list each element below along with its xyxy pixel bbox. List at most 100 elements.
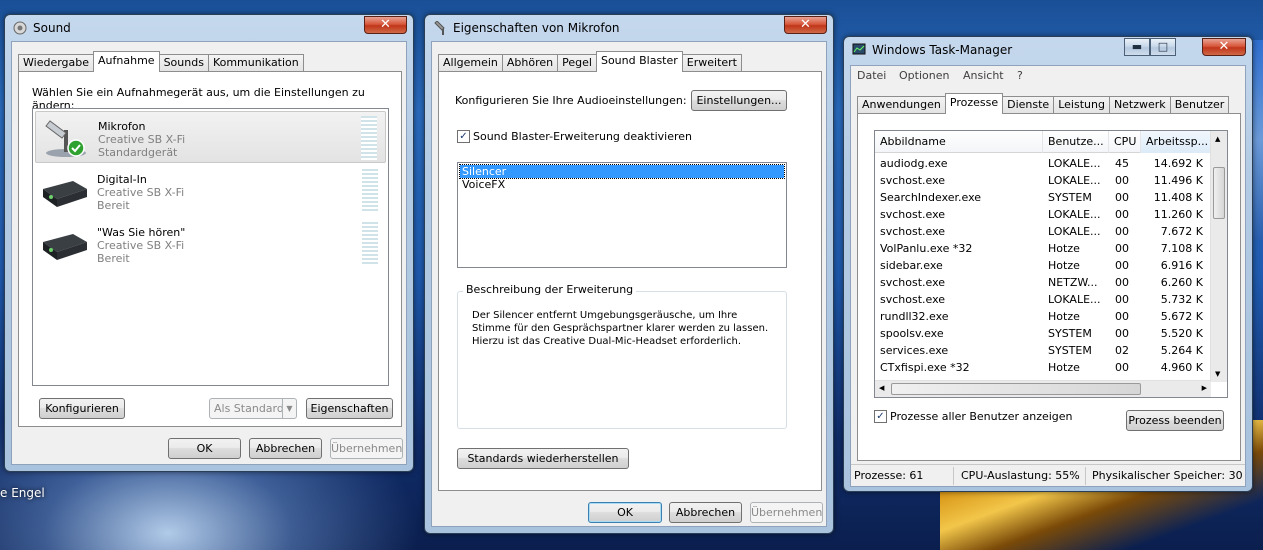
tab-benutzer[interactable]: Benutzer xyxy=(1169,96,1230,114)
table-row[interactable]: audiodg.exe LOKALE... 45 14.692 K xyxy=(875,155,1209,172)
list-item[interactable]: Silencer xyxy=(459,164,785,179)
taskmgr-tabs: Anwendungen Prozesse Dienste Leistung Ne… xyxy=(857,92,1230,114)
tab-dienste[interactable]: Dienste xyxy=(1002,96,1055,114)
menu-ansicht[interactable]: Ansicht xyxy=(963,69,1004,82)
taskmgr-client: Datei Optionen Ansicht ? Anwendungen Pro… xyxy=(850,65,1246,487)
cell-image-name: SearchIndexer.exe xyxy=(880,191,982,204)
status-bar: Prozesse: 61 CPU-Auslastung: 55% Physika… xyxy=(851,464,1245,486)
table-row[interactable]: SearchIndexer.exe SYSTEM 00 11.408 K xyxy=(875,189,1209,206)
restore-defaults-button[interactable]: Standards wiederherstellen xyxy=(457,448,629,469)
all-users-label[interactable]: Prozesse aller Benutzer anzeigen xyxy=(890,410,1073,423)
cell-memory: 5.732 K xyxy=(1160,293,1203,306)
table-row[interactable]: svchost.exe LOKALE... 00 7.672 K xyxy=(875,223,1209,240)
description-label: Beschreibung der Erweiterung xyxy=(463,283,637,296)
scrollbar-thumb[interactable] xyxy=(891,383,1141,395)
mic-titlebar[interactable]: Eigenschaften von Mikrofon ✕ xyxy=(425,15,833,41)
device-driver: Creative SB X-Fi xyxy=(98,133,186,146)
table-row[interactable]: rundll32.exe Hotze 00 5.672 K xyxy=(875,308,1209,325)
tab-pegel[interactable]: Pegel xyxy=(557,54,597,72)
end-process-button[interactable]: Prozess beenden xyxy=(1126,410,1224,431)
scroll-left-arrow-icon[interactable]: ◀ xyxy=(879,384,884,392)
tab-aufnahme[interactable]: Aufnahme xyxy=(93,51,160,72)
cell-cpu: 00 xyxy=(1115,242,1129,255)
status-cpu-usage: CPU-Auslastung: 55% xyxy=(961,469,1080,482)
table-row[interactable]: CTxfispi.exe *32 Hotze 00 4.960 K xyxy=(875,359,1209,376)
cancel-button[interactable]: Abbrechen xyxy=(669,502,742,523)
table-row[interactable]: svchost.exe LOKALE... 00 11.260 K xyxy=(875,206,1209,223)
table-row[interactable]: svchost.exe LOKALE... 00 5.732 K xyxy=(875,291,1209,308)
column-header-image-name[interactable]: Abbildname xyxy=(875,131,1043,153)
table-row[interactable]: VolPanlu.exe *32 Hotze 00 7.108 K xyxy=(875,240,1209,257)
table-row[interactable]: svchost.exe LOKALE... 00 11.496 K xyxy=(875,172,1209,189)
cell-cpu: 02 xyxy=(1115,344,1129,357)
sound-tabs: Wiedergabe Aufnahme Sounds Kommunikation xyxy=(18,50,304,72)
configure-button[interactable]: Konfigurieren xyxy=(39,398,125,419)
taskmgr-titlebar[interactable]: Windows Task-Manager ▬ □ ✕ xyxy=(844,37,1252,63)
close-button[interactable]: ✕ xyxy=(1202,38,1246,56)
extension-list[interactable]: Silencer VoiceFX xyxy=(457,162,787,268)
ok-button[interactable]: OK xyxy=(168,438,241,459)
column-header-user[interactable]: Benutze... xyxy=(1043,131,1109,153)
scroll-right-arrow-icon[interactable]: ▶ xyxy=(1202,384,1207,392)
cell-image-name: svchost.exe xyxy=(880,276,946,289)
table-row[interactable]: spoolsv.exe SYSTEM 00 5.520 K xyxy=(875,325,1209,342)
tab-wiedergabe[interactable]: Wiedergabe xyxy=(18,54,95,72)
tab-prozesse[interactable]: Prozesse xyxy=(944,93,1004,114)
tab-anwendungen[interactable]: Anwendungen xyxy=(857,96,946,114)
cell-memory: 6.916 K xyxy=(1160,259,1203,272)
all-users-checkbox[interactable]: ✓ xyxy=(874,410,887,423)
tab-allgemein[interactable]: Allgemein xyxy=(438,54,503,72)
table-row[interactable]: svchost.exe NETZW... 00 6.260 K xyxy=(875,274,1209,291)
vertical-scrollbar[interactable]: ▲ ▼ xyxy=(1210,131,1227,382)
tab-kommunikation[interactable]: Kommunikation xyxy=(207,54,304,72)
scroll-down-arrow-icon[interactable]: ▼ xyxy=(1215,370,1220,378)
settings-button[interactable]: Einstellungen... xyxy=(691,90,787,111)
table-row[interactable]: sidebar.exe Hotze 00 6.916 K xyxy=(875,257,1209,274)
menu-datei[interactable]: Datei xyxy=(857,69,886,82)
disable-extension-label[interactable]: Sound Blaster-Erweiterung deaktivieren xyxy=(473,130,692,143)
desktop-icon-label[interactable]: e Engel xyxy=(0,486,45,500)
column-header-cpu[interactable]: CPU xyxy=(1109,131,1141,153)
sound-window: Sound ✕ Wiedergabe Aufnahme Sounds Kommu… xyxy=(4,14,414,472)
cell-image-name: svchost.exe xyxy=(880,174,946,187)
cell-image-name: svchost.exe xyxy=(880,208,946,221)
cell-user: SYSTEM xyxy=(1048,191,1092,204)
maximize-button[interactable]: □ xyxy=(1150,38,1176,56)
menu-help[interactable]: ? xyxy=(1017,69,1023,82)
device-row-digital-in[interactable]: Digital-In Creative SB X-Fi Bereit xyxy=(35,165,386,217)
tab-abhoeren[interactable]: Abhören xyxy=(501,54,559,72)
close-button[interactable]: ✕ xyxy=(784,16,827,34)
apply-button[interactable]: Übernehmen xyxy=(750,502,823,523)
minimize-button[interactable]: ▬ xyxy=(1124,38,1150,56)
description-text: Der Silencer entfernt Umgebungsgeräusche… xyxy=(472,310,769,347)
recording-device-list[interactable]: Mikrofon Creative SB X-Fi Standardgerät … xyxy=(32,108,389,386)
device-row-was-sie-hoeren[interactable]: "Was Sie hören" Creative SB X-Fi Bereit xyxy=(35,218,386,270)
scroll-up-arrow-icon[interactable]: ▲ xyxy=(1215,135,1220,143)
device-row-mikrofon[interactable]: Mikrofon Creative SB X-Fi Standardgerät xyxy=(35,111,386,163)
close-button[interactable]: ✕ xyxy=(364,16,407,34)
horizontal-scrollbar[interactable]: ◀ ▶ xyxy=(875,380,1211,397)
set-default-button[interactable]: Als Standard ▼ xyxy=(209,398,297,419)
cell-user: LOKALE... xyxy=(1048,293,1101,306)
process-table[interactable]: Abbildname Benutze... CPU Arbeitssp... a… xyxy=(874,130,1228,398)
column-header-memory[interactable]: Arbeitssp... xyxy=(1141,131,1211,153)
tab-netzwerk[interactable]: Netzwerk xyxy=(1108,96,1171,114)
tab-sound-blaster[interactable]: Sound Blaster xyxy=(595,51,683,72)
disable-extension-checkbox[interactable]: ✓ xyxy=(457,130,470,143)
tab-sounds[interactable]: Sounds xyxy=(158,54,209,72)
cell-memory: 7.672 K xyxy=(1160,225,1203,238)
cell-memory: 11.496 K xyxy=(1153,174,1203,187)
tab-erweitert[interactable]: Erweitert xyxy=(681,54,742,72)
ok-button[interactable]: OK xyxy=(588,502,662,523)
sound-titlebar[interactable]: Sound ✕ xyxy=(5,15,413,41)
cell-user: Hotze xyxy=(1048,242,1080,255)
tab-leistung[interactable]: Leistung xyxy=(1053,96,1110,114)
scrollbar-thumb[interactable] xyxy=(1213,167,1225,219)
list-item[interactable]: VoiceFX xyxy=(460,178,784,191)
chevron-down-icon[interactable]: ▼ xyxy=(282,399,296,418)
table-row[interactable]: services.exe SYSTEM 02 5.264 K xyxy=(875,342,1209,359)
apply-button[interactable]: Übernehmen xyxy=(330,438,403,459)
properties-button[interactable]: Eigenschaften xyxy=(306,398,393,419)
cancel-button[interactable]: Abbrechen xyxy=(249,438,322,459)
menu-optionen[interactable]: Optionen xyxy=(899,69,949,82)
